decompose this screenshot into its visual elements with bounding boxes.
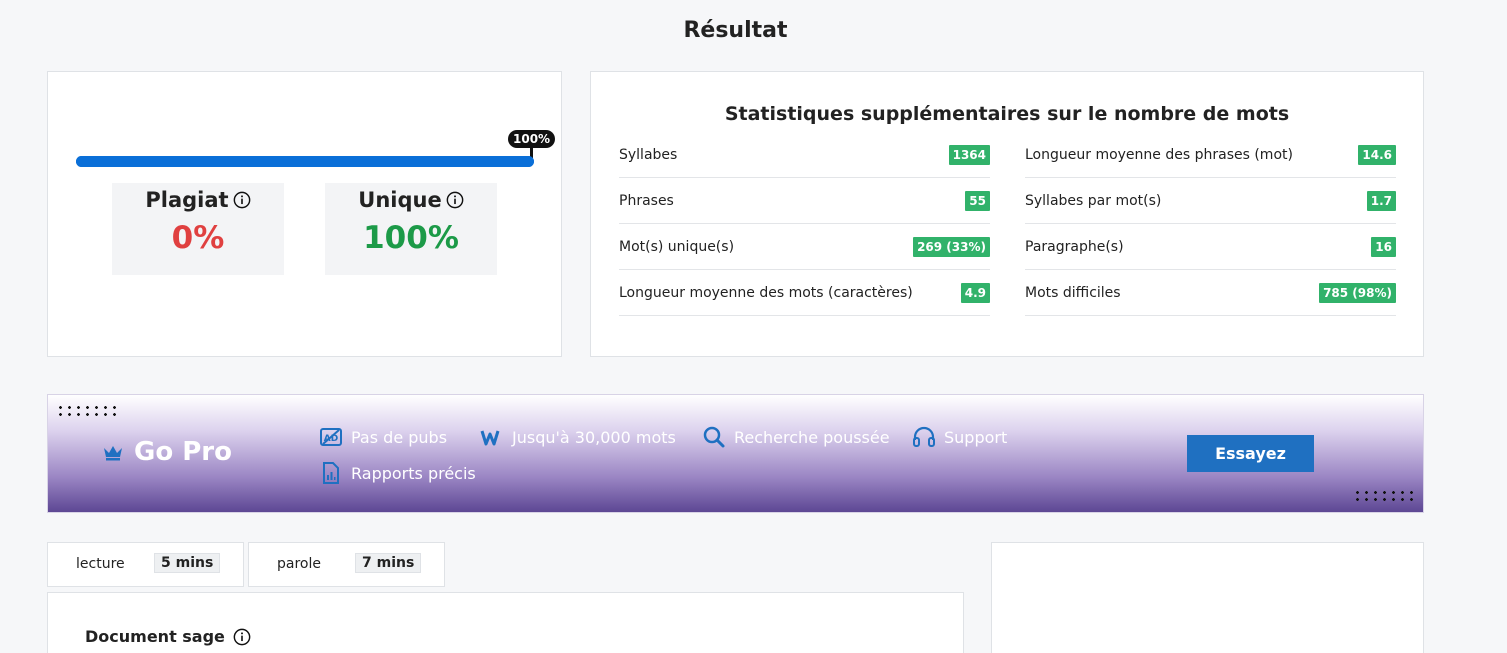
result-card: 100% Plagiat 0% Unique 100% (47, 71, 562, 357)
stat-row: Paragraphe(s) 16 (1025, 224, 1396, 270)
stat-badge: 55 (965, 190, 990, 211)
feature-no-ads-label: Pas de pubs (351, 427, 448, 447)
stat-label: Phrases (619, 192, 674, 209)
speaking-time-tab[interactable]: parole 7 mins (248, 542, 445, 587)
document-title: Document sage (85, 627, 225, 646)
stat-label: Mots difficiles (1025, 284, 1121, 301)
feature-support-label: Support (944, 427, 1008, 447)
stat-badge: 269 (33%) (913, 236, 990, 257)
search-icon (703, 426, 725, 448)
info-icon[interactable] (233, 628, 251, 646)
stat-row: Longueur moyenne des phrases (mot) 14.6 (1025, 132, 1396, 178)
reading-time-tab[interactable]: lecture 5 mins (47, 542, 244, 587)
stats-title: Statistiques supplémentaires sur le nomb… (724, 103, 1290, 125)
stat-row: Longueur moyenne des mots (caractères) 4… (619, 270, 990, 316)
stat-row: Syllabes 1364 (619, 132, 990, 178)
speaking-time-value: 7 mins (355, 553, 422, 573)
crown-icon (104, 446, 122, 461)
reading-time-label: lecture (76, 556, 125, 572)
plagiarism-value: 0% (171, 220, 225, 256)
feature-no-ads: AD Pas de pubs (319, 425, 447, 449)
stat-badge: 1.7 (1366, 190, 1396, 211)
stats-card: Statistiques supplémentaires sur le nomb… (590, 71, 1424, 357)
stats-right-column: Longueur moyenne des phrases (mot) 14.6 … (1025, 132, 1396, 316)
stat-badge: 4.9 (960, 282, 990, 303)
stat-label: Longueur moyenne des phrases (mot) (1025, 146, 1293, 163)
go-pro-heading: Go Pro (102, 437, 232, 467)
feature-advanced-search-label: Recherche poussée (734, 427, 890, 447)
stat-row: Phrases 55 (619, 178, 990, 224)
plagiarism-score-box: Plagiat 0% (112, 183, 284, 275)
decorative-dots (1353, 489, 1415, 503)
page-title: Résultat (683, 18, 788, 43)
word-w-icon (480, 430, 500, 446)
try-button[interactable]: Essayez (1187, 435, 1314, 472)
feature-support: Support (912, 425, 1007, 449)
report-file-icon (323, 462, 339, 484)
progress-fill (76, 156, 534, 167)
stat-badge: 16 (1371, 236, 1396, 257)
stat-label: Mot(s) unique(s) (619, 238, 735, 255)
reading-time-value: 5 mins (154, 553, 221, 573)
go-pro-title: Go Pro (134, 437, 232, 467)
info-icon[interactable] (233, 191, 251, 209)
stat-label: Paragraphe(s) (1025, 238, 1124, 255)
stats-left-column: Syllabes 1364 Phrases 55 Mot(s) unique(s… (619, 132, 990, 316)
document-card: Document sage (47, 592, 964, 653)
stat-badge: 785 (98%) (1319, 282, 1396, 303)
plagiarism-label: Plagiat (145, 188, 229, 212)
unique-score-box: Unique 100% (325, 183, 497, 275)
unique-label: Unique (358, 188, 442, 212)
feature-word-limit: Jusqu'à 30,000 mots (480, 425, 676, 449)
progress-bar (76, 156, 534, 167)
side-panel (991, 542, 1424, 653)
headphones-icon (913, 426, 935, 447)
stat-label: Syllabes par mot(s) (1025, 192, 1162, 209)
feature-reports-label: Rapports précis (351, 463, 476, 483)
go-pro-banner: Go Pro AD Pas de pubs Jusqu'à 30,000 mot… (47, 394, 1424, 513)
stat-row: Mots difficiles 785 (98%) (1025, 270, 1396, 316)
info-icon[interactable] (446, 191, 464, 209)
feature-word-limit-label: Jusqu'à 30,000 mots (512, 427, 676, 447)
speaking-time-label: parole (277, 556, 321, 572)
stat-label: Syllabes (619, 146, 678, 163)
unique-value: 100% (363, 220, 459, 256)
stat-row: Syllabes par mot(s) 1.7 (1025, 178, 1396, 224)
stat-badge: 1364 (948, 144, 990, 165)
no-ads-icon: AD (320, 428, 342, 446)
feature-reports: Rapports précis (319, 461, 476, 485)
feature-advanced-search: Recherche poussée (702, 425, 890, 449)
stat-badge: 14.6 (1358, 144, 1396, 165)
stat-label: Longueur moyenne des mots (caractères) (619, 284, 913, 301)
stat-row: Mot(s) unique(s) 269 (33%) (619, 224, 990, 270)
decorative-dots (56, 404, 118, 418)
